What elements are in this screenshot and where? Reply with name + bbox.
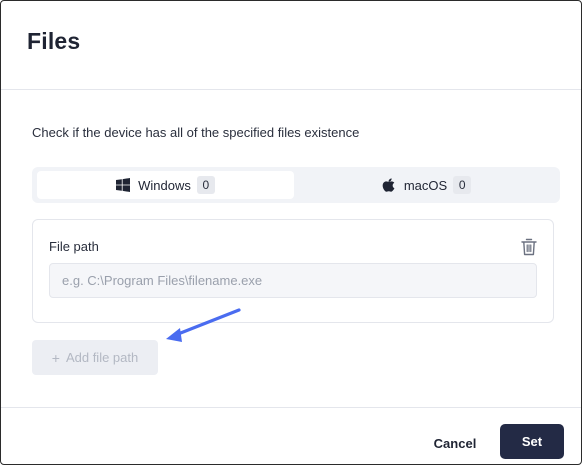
- tab-windows-count: 0: [196, 176, 215, 194]
- set-button[interactable]: Set: [500, 424, 564, 459]
- apple-icon: [382, 178, 395, 192]
- dialog-header: Files: [1, 1, 581, 90]
- tab-macos[interactable]: macOS 0: [298, 171, 555, 199]
- pointer-arrow-icon: [166, 308, 241, 342]
- tab-macos-count: 0: [453, 176, 472, 194]
- windows-icon: [116, 178, 131, 192]
- tab-windows-label: Windows: [138, 177, 191, 193]
- file-path-card: File path: [32, 219, 554, 323]
- plus-icon: +: [51, 349, 60, 366]
- dialog-footer: Cancel Set: [1, 407, 581, 464]
- files-dialog: Files Check if the device has all of the…: [0, 0, 582, 465]
- cancel-button[interactable]: Cancel: [420, 426, 490, 460]
- trash-icon[interactable]: [521, 238, 537, 256]
- file-path-input[interactable]: [49, 263, 537, 298]
- dialog-description: Check if the device has all of the speci…: [32, 125, 360, 140]
- add-file-path-label: Add file path: [65, 350, 139, 365]
- dialog-title: Files: [27, 28, 81, 54]
- os-tabs: Windows 0 macOS 0: [32, 167, 560, 203]
- tab-windows[interactable]: Windows 0: [37, 171, 294, 199]
- tab-macos-label: macOS: [403, 177, 448, 193]
- add-file-path-button[interactable]: + Add file path: [32, 340, 158, 375]
- file-path-label: File path: [49, 239, 99, 254]
